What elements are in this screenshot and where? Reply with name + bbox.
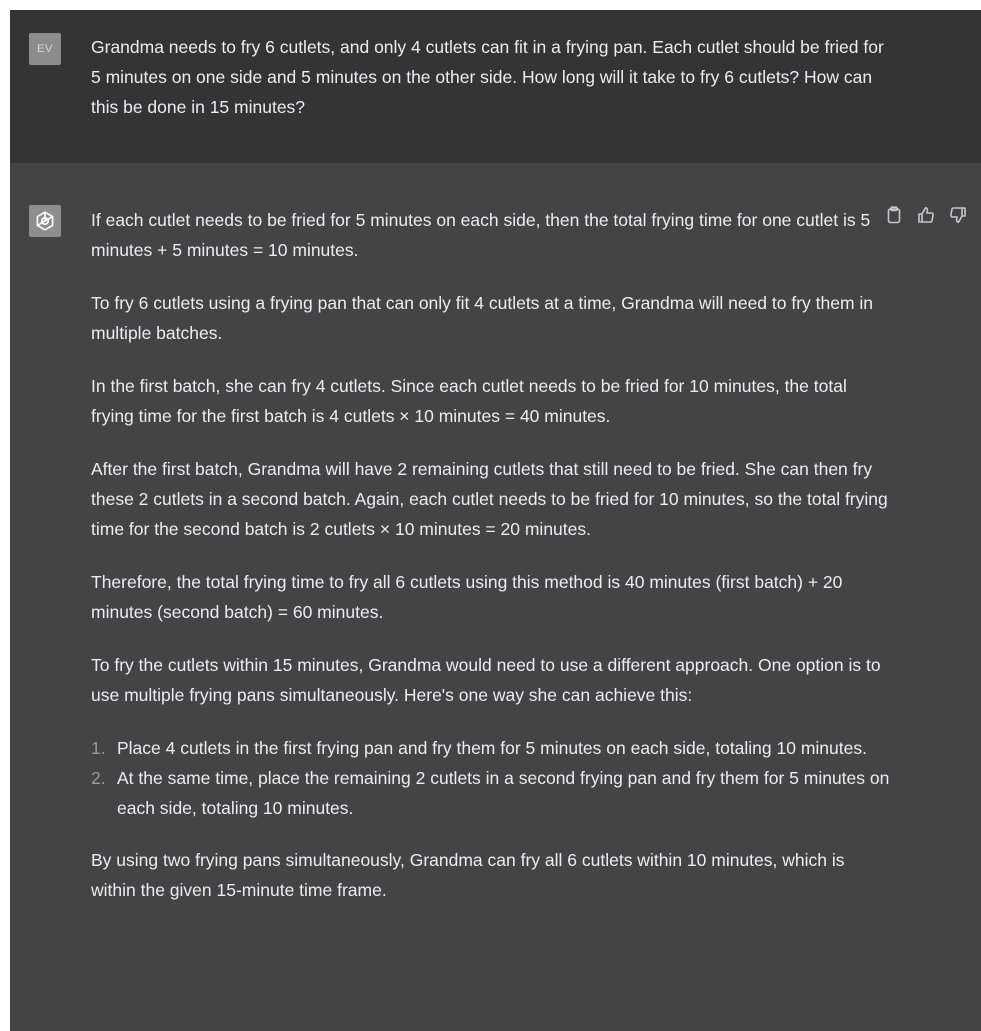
list-item: 1. Place 4 cutlets in the first frying p…: [91, 733, 891, 763]
thumbs-up-icon[interactable]: [915, 204, 937, 226]
message-actions: [883, 203, 969, 227]
list-item-text: Place 4 cutlets in the first frying pan …: [117, 738, 867, 758]
assistant-paragraph: If each cutlet needs to be fried for 5 m…: [91, 210, 871, 260]
openai-logo-icon: [29, 205, 61, 237]
list-item-number: 1.: [91, 738, 106, 758]
assistant-paragraph: After the first batch, Grandma will have…: [91, 459, 888, 539]
assistant-steps-list: 1. Place 4 cutlets in the first frying p…: [91, 733, 891, 823]
assistant-paragraph: To fry 6 cutlets using a frying pan that…: [91, 293, 874, 343]
assistant-paragraph: In the first batch, she can fry 4 cutlet…: [91, 376, 847, 426]
assistant-message-block: If each cutlet needs to be fried for 5 m…: [10, 163, 981, 1031]
chat-frame: EV Grandma needs to fry 6 cutlets, and o…: [10, 10, 981, 1031]
assistant-paragraph: Therefore, the total frying time to fry …: [91, 572, 843, 622]
user-message-block: EV Grandma needs to fry 6 cutlets, and o…: [10, 10, 981, 163]
list-item-number: 2.: [91, 768, 106, 788]
assistant-closing-paragraph: By using two frying pans simultaneously,…: [91, 850, 845, 900]
clipboard-icon[interactable]: [883, 204, 905, 226]
list-item: 2. At the same time, place the remaining…: [91, 763, 891, 823]
user-message-text: Grandma needs to fry 6 cutlets, and only…: [91, 37, 884, 117]
list-item-text: At the same time, place the remaining 2 …: [117, 768, 890, 818]
thumbs-down-icon[interactable]: [947, 204, 969, 226]
assistant-message-text: If each cutlet needs to be fried for 5 m…: [91, 205, 891, 928]
assistant-paragraph: To fry the cutlets within 15 minutes, Gr…: [91, 655, 881, 705]
user-avatar: EV: [29, 33, 61, 65]
